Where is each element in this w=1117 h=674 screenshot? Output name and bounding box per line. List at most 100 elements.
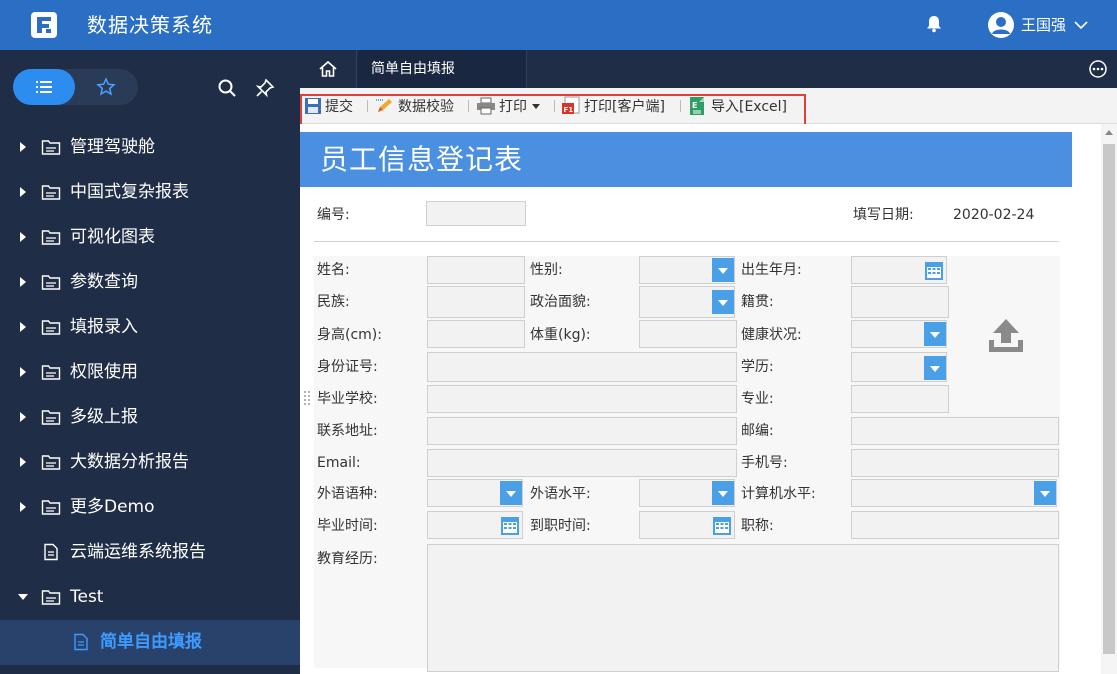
native-input[interactable] (851, 286, 949, 318)
toolbar-separator (468, 100, 469, 112)
svg-text:F1: F1 (564, 106, 574, 114)
list-view-button[interactable] (13, 69, 75, 105)
number-input[interactable] (426, 201, 526, 226)
postcode-input[interactable] (851, 417, 1059, 445)
chevron-down-icon[interactable] (1073, 17, 1089, 33)
sidebar-item-visual-charts[interactable]: 可视化图表 (0, 215, 300, 260)
sidebar-item-simple-fill[interactable]: 简单自由填报 (0, 620, 300, 665)
caret-right-icon (20, 322, 26, 332)
tab-label: 简单自由填报 (371, 61, 455, 77)
height-input[interactable] (427, 320, 525, 348)
sidebar-item-data-entry[interactable]: 填报录入 (0, 305, 300, 350)
home-icon (319, 60, 337, 77)
caret-right-icon (20, 232, 26, 242)
postcode-label: 邮编: (741, 423, 774, 439)
fill-date-value: 2020-02-24 (953, 207, 1035, 223)
weight-label: 体重(kg): (530, 327, 591, 343)
vertical-scrollbar[interactable] (1101, 124, 1117, 674)
mobile-input[interactable] (851, 449, 1059, 477)
education-dropdown-arrow[interactable] (924, 356, 946, 380)
political-dropdown-arrow[interactable] (712, 290, 734, 314)
caret-right-icon (20, 457, 26, 467)
sidebar-item-more-demo[interactable]: 更多Demo (0, 485, 300, 530)
email-label: Email: (317, 455, 361, 471)
scroll-up-arrow[interactable] (1105, 130, 1113, 135)
print-client-icon: F1 (562, 96, 580, 114)
calendar-icon[interactable] (712, 514, 732, 536)
report-title: 员工信息登记表 (320, 143, 524, 176)
sidebar-item-label: 参数查询 (70, 272, 138, 292)
svg-text:E: E (692, 101, 697, 110)
validate-label: 数据校验 (398, 99, 454, 115)
sidebar-item-cockpit[interactable]: 管理驾驶舱 (0, 125, 300, 170)
computer-level-dropdown-arrow[interactable] (1034, 481, 1056, 505)
sidebar-item-label: 更多Demo (70, 497, 155, 517)
major-label: 专业: (741, 391, 774, 407)
search-icon[interactable] (217, 78, 237, 98)
sidebar-item-param-query[interactable]: 参数查询 (0, 260, 300, 305)
major-input[interactable] (851, 385, 949, 413)
toolbar-separator (367, 100, 368, 112)
sidebar-item-multi-level-report[interactable]: 多级上报 (0, 395, 300, 440)
language-level-dropdown-arrow[interactable] (712, 481, 734, 505)
calendar-icon[interactable] (500, 514, 520, 536)
excel-icon: E (690, 97, 704, 115)
file-icon (74, 633, 88, 651)
id-number-input[interactable] (427, 352, 737, 382)
scrollbar-thumb[interactable] (1103, 144, 1115, 654)
computer-level-select[interactable] (851, 479, 1057, 507)
drag-handle-icon[interactable] (303, 390, 311, 406)
ethnicity-input[interactable] (427, 286, 525, 318)
gender-dropdown-arrow[interactable] (712, 258, 734, 282)
school-input[interactable] (427, 385, 737, 413)
calendar-icon[interactable] (924, 259, 944, 281)
tab-home[interactable] (300, 50, 357, 88)
app-logo-icon (31, 12, 57, 38)
mobile-label: 手机号: (741, 455, 788, 471)
sidebar-item-label: 管理驾驶舱 (70, 137, 155, 157)
caret-right-icon (20, 277, 26, 287)
name-input[interactable] (427, 256, 525, 284)
height-label: 身高(cm): (317, 327, 382, 343)
title-rank-input[interactable] (851, 511, 1059, 539)
email-input[interactable] (427, 449, 737, 477)
sidebar-item-cloud-ops-report[interactable]: 云端运维系统报告 (0, 530, 300, 575)
notification-bell-icon[interactable] (924, 14, 944, 34)
language-dropdown-arrow[interactable] (500, 481, 522, 505)
user-avatar[interactable] (988, 12, 1014, 38)
ethnicity-label: 民族: (317, 294, 350, 310)
health-dropdown-arrow[interactable] (924, 322, 946, 346)
sidebar-item-test[interactable]: Test (0, 575, 300, 620)
submit-button[interactable]: 提交 (304, 95, 353, 117)
sidebar-item-complex-report[interactable]: 中国式复杂报表 (0, 170, 300, 215)
print-button[interactable]: 打印 (476, 95, 544, 117)
sidebar-item-bigdata-report[interactable]: 大数据分析报告 (0, 440, 300, 485)
pencil-check-icon (376, 99, 392, 112)
user-avatar-icon (992, 17, 1010, 34)
import-excel-button[interactable]: E 导入[Excel] (688, 95, 787, 117)
user-name[interactable]: 王国强 (1021, 14, 1066, 36)
caret-right-icon (20, 142, 26, 152)
pin-icon[interactable] (255, 78, 275, 98)
sidebar-item-label: Test (70, 587, 104, 607)
validate-button[interactable]: 数据校验 (375, 95, 454, 117)
printer-icon (477, 97, 495, 115)
computer-level-label: 计算机水平: (741, 486, 816, 502)
tab-simple-fill[interactable]: 简单自由填报 (358, 50, 527, 88)
sidebar-item-label: 大数据分析报告 (70, 452, 189, 472)
more-options-icon[interactable] (1088, 59, 1108, 79)
submit-label: 提交 (325, 99, 353, 115)
upload-photo-icon[interactable] (986, 316, 1026, 356)
education-history-textarea[interactable] (427, 544, 1059, 672)
sidebar-item-permissions[interactable]: 权限使用 (0, 350, 300, 395)
favorite-star-icon[interactable] (96, 77, 116, 97)
address-input[interactable] (427, 417, 737, 445)
report-canvas: 员工信息登记表 编号: 填写日期: 2020-02-24 姓名: 性别: 出生年… (300, 124, 1072, 674)
number-label: 编号: (317, 207, 350, 223)
print-client-button[interactable]: F1 打印[客户端] (561, 95, 665, 117)
folder-icon (41, 140, 61, 155)
sidebar: 管理驾驶舱 中国式复杂报表 可视化图表 参数查询 填报录入 权限使用 多级上报 … (0, 50, 300, 674)
tab-bar: 简单自由填报 (300, 50, 1117, 88)
weight-input[interactable] (639, 320, 737, 348)
folder-icon (41, 320, 61, 335)
